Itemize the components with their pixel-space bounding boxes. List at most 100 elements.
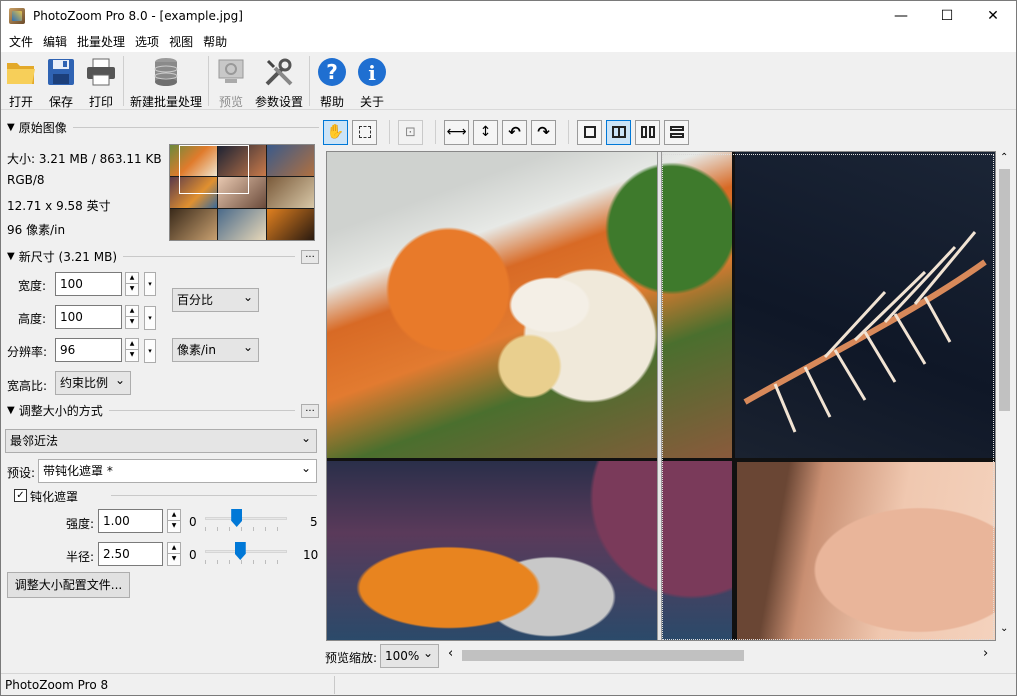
single-pane-icon: [583, 126, 596, 138]
rotate-right-icon: ↷: [537, 123, 550, 141]
radius-label: 半径:: [66, 550, 95, 564]
height-input[interactable]: 100: [55, 305, 122, 329]
horizontal-arrows-icon: ⟷: [446, 124, 467, 140]
preset-select[interactable]: 带钝化遮罩 *: [38, 457, 317, 483]
resize-method-more-button[interactable]: ...: [301, 403, 319, 418]
radius-slider[interactable]: [205, 542, 287, 564]
unsharp-divider: [111, 495, 317, 496]
fit-height-button[interactable]: ↕: [473, 119, 498, 145]
side-by-side-icon: [640, 126, 655, 138]
window-title: PhotoZoom Pro 8.0 - [example.jpg]: [33, 9, 243, 23]
radius-slider-thumb[interactable]: [234, 542, 246, 560]
help-button[interactable]: ? 帮助: [312, 52, 352, 110]
folder-open-icon: [5, 56, 37, 88]
menu-file[interactable]: 文件: [4, 33, 38, 50]
menu-view[interactable]: 视图: [164, 33, 198, 50]
radius-input[interactable]: 2.50: [98, 542, 163, 566]
new-size-more-button[interactable]: ...: [301, 249, 319, 264]
resolution-dropdown-button[interactable]: ▾: [144, 339, 156, 363]
printer-icon: [85, 56, 117, 88]
print-button[interactable]: 打印: [81, 52, 121, 110]
width-input[interactable]: 100: [55, 272, 122, 296]
zoom-select[interactable]: 100%: [380, 642, 439, 668]
svg-text:?: ?: [326, 60, 338, 84]
radius-stepper[interactable]: ▲ ▼: [167, 542, 181, 566]
app-window: PhotoZoom Pro 8.0 - [example.jpg] — ☐ ✕ …: [0, 0, 1017, 696]
resolution-input[interactable]: 96: [55, 338, 122, 362]
settings-button[interactable]: 参数设置: [251, 52, 307, 110]
unsharp-mask-checkbox[interactable]: ✓: [14, 489, 27, 502]
scroll-left-arrow[interactable]: ‹: [448, 646, 453, 661]
resize-method-select[interactable]: 最邻近法: [5, 427, 317, 453]
original-image-header[interactable]: ▼ 原始图像: [7, 119, 319, 136]
single-view-button[interactable]: [577, 119, 602, 145]
scroll-up-arrow[interactable]: ⌃: [1000, 152, 1008, 163]
aspect-ratio-select[interactable]: 约束比例: [55, 369, 131, 395]
preview-icon: [215, 56, 247, 88]
rotate-left-button[interactable]: ↶: [502, 119, 527, 145]
select-tool-button[interactable]: [352, 119, 377, 145]
menu-help[interactable]: 帮助: [198, 33, 232, 50]
strength-input[interactable]: 1.00: [98, 509, 163, 533]
hand-icon: ✋: [326, 124, 345, 140]
maximize-button[interactable]: ☐: [924, 1, 970, 31]
resize-method-header[interactable]: ▼ 调整大小的方式 ...: [7, 402, 319, 419]
rotate-left-icon: ↶: [508, 123, 521, 141]
width-dropdown-button[interactable]: ▾: [144, 272, 156, 296]
collapse-triangle-icon: ▼: [7, 122, 15, 133]
new-batch-button[interactable]: 新建批量处理: [126, 52, 206, 110]
radius-max-label: 10: [303, 548, 319, 562]
resolution-stepper[interactable]: ▲ ▼: [125, 338, 139, 362]
side-by-side-button[interactable]: [635, 119, 660, 145]
top-bottom-icon: [669, 126, 684, 138]
height-dropdown-button[interactable]: ▾: [144, 306, 156, 330]
original-size-text: 大小: 3.21 MB / 863.11 KB: [7, 152, 162, 166]
menu-edit[interactable]: 编辑: [38, 33, 72, 50]
scroll-down-arrow[interactable]: ⌄: [1000, 623, 1008, 634]
strength-slider-thumb[interactable]: [231, 509, 243, 527]
status-text: PhotoZoom Pro 8: [5, 678, 109, 692]
crop-tool-button[interactable]: ⊡: [398, 119, 423, 145]
fit-width-button[interactable]: ⟷: [444, 119, 469, 145]
toolbar-separator: [123, 56, 124, 106]
scroll-right-arrow[interactable]: ›: [983, 646, 988, 661]
horizontal-scroll-thumb[interactable]: [462, 650, 744, 661]
menu-options[interactable]: 选项: [130, 33, 164, 50]
save-button[interactable]: 保存: [41, 52, 81, 110]
close-button[interactable]: ✕: [970, 1, 1016, 31]
split-view-button[interactable]: [606, 119, 631, 145]
about-button[interactable]: i 关于: [352, 52, 392, 110]
minimize-button[interactable]: —: [878, 1, 924, 31]
strength-slider[interactable]: [205, 509, 287, 531]
toolbar-separator: [309, 56, 311, 106]
radius-min-label: 0: [189, 548, 197, 562]
original-resolution-text: 96 像素/in: [7, 223, 66, 237]
vertical-scroll-thumb[interactable]: [999, 169, 1010, 411]
preview-canvas[interactable]: [326, 151, 996, 641]
crop-icon: ⊡: [405, 124, 416, 140]
open-button[interactable]: 打开: [1, 52, 41, 110]
preview-vertical-scrollbar[interactable]: ⌃ ⌄: [996, 151, 1013, 641]
hand-tool-button[interactable]: ✋: [323, 119, 348, 145]
preview-button[interactable]: 预览: [211, 52, 251, 110]
resize-profile-button[interactable]: 调整大小配置文件...: [7, 572, 130, 598]
strength-stepper[interactable]: ▲ ▼: [167, 509, 181, 533]
height-stepper[interactable]: ▲ ▼: [125, 305, 139, 329]
rotate-right-button[interactable]: ↷: [531, 119, 556, 145]
resolution-unit-select[interactable]: 像素/in: [172, 336, 259, 362]
vertical-arrows-icon: ↕: [479, 124, 492, 140]
svg-text:i: i: [368, 61, 376, 85]
tools-icon: [263, 56, 295, 88]
info-icon: i: [356, 56, 388, 88]
navigator-thumbnail[interactable]: [169, 144, 315, 241]
top-bottom-button[interactable]: [664, 119, 689, 145]
width-stepper[interactable]: ▲ ▼: [125, 272, 139, 296]
toolbar-separator: [208, 56, 210, 106]
preset-label: 预设:: [7, 466, 36, 480]
size-unit-select[interactable]: 百分比: [172, 286, 259, 312]
menu-batch[interactable]: 批量处理: [72, 33, 130, 50]
split-pane-icon: [611, 126, 626, 138]
new-size-header[interactable]: ▼ 新尺寸 (3.21 MB) ...: [7, 248, 319, 265]
preview-horizontal-scrollbar[interactable]: ‹ ›: [444, 646, 996, 664]
collapse-triangle-icon: ▼: [7, 405, 15, 416]
